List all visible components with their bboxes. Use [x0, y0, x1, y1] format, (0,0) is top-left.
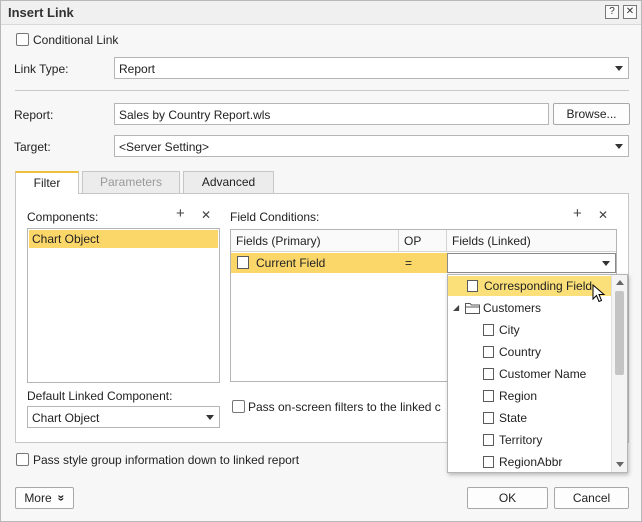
chevron-down-icon: [206, 415, 214, 420]
list-item[interactable]: Chart Object: [29, 230, 218, 248]
field-icon: [483, 456, 494, 468]
field-icon: [483, 434, 494, 446]
dropdown-scrollbar[interactable]: [611, 275, 627, 472]
scroll-up-icon[interactable]: [616, 280, 624, 285]
insert-link-dialog: Insert Link ? ✕ Conditional Link Link Ty…: [0, 0, 642, 522]
remove-condition-icon[interactable]: ✕: [598, 208, 608, 222]
add-condition-icon[interactable]: +: [573, 206, 582, 221]
field-icon: [483, 346, 494, 358]
mouse-cursor-icon: [592, 284, 606, 303]
report-input[interactable]: Sales by Country Report.wls: [114, 103, 549, 125]
link-type-label: Link Type:: [14, 62, 69, 76]
dropdown-item-state[interactable]: State: [448, 408, 611, 428]
field-icon: [237, 256, 249, 269]
table-row[interactable]: Current Field =: [231, 253, 616, 273]
chevron-down-icon: [615, 66, 623, 71]
link-type-value: Report: [119, 62, 156, 76]
dropdown-item-corresponding-field[interactable]: Corresponding Field: [448, 276, 611, 296]
add-component-icon[interactable]: +: [176, 206, 185, 221]
primary-field-cell[interactable]: Current Field: [256, 256, 325, 270]
folder-icon: [465, 303, 480, 314]
components-list[interactable]: Chart Object: [27, 228, 220, 383]
default-linked-component-value: Chart Object: [32, 411, 100, 425]
conditional-link-checkbox[interactable]: [16, 33, 29, 46]
dropdown-group-customers[interactable]: ◢ Customers: [448, 298, 611, 318]
report-label: Report:: [14, 108, 54, 122]
more-button-label: More: [24, 491, 52, 505]
linked-field-select[interactable]: [447, 253, 616, 273]
scroll-down-icon[interactable]: [616, 462, 624, 467]
chevron-down-icon: [615, 144, 623, 149]
tab-advanced[interactable]: Advanced: [183, 171, 274, 193]
pass-style-checkbox[interactable]: [16, 453, 29, 466]
browse-button[interactable]: Browse...: [553, 103, 630, 125]
dropdown-item-territory[interactable]: Territory: [448, 430, 611, 450]
dialog-title: Insert Link: [8, 5, 74, 20]
group-label: Customers: [483, 301, 542, 315]
default-linked-component-label: Default Linked Component:: [27, 389, 173, 403]
components-label: Components:: [27, 210, 99, 224]
tab-filter[interactable]: Filter: [15, 171, 79, 194]
scrollbar-thumb[interactable]: [615, 291, 624, 375]
field-icon: [467, 280, 478, 292]
target-select[interactable]: <Server Setting>: [114, 135, 629, 157]
field-icon: [483, 368, 494, 380]
title-bar: Insert Link ? ✕: [1, 1, 641, 25]
field-icon: [483, 390, 494, 402]
pass-filters-label: Pass on-screen filters to the linked c: [248, 400, 441, 414]
double-chevron-down-icon: »: [54, 494, 69, 502]
dropdown-item-country[interactable]: Country: [448, 342, 611, 362]
chevron-down-icon: [602, 261, 610, 266]
target-value: <Server Setting>: [119, 140, 210, 154]
close-icon[interactable]: ✕: [623, 5, 637, 19]
help-icon[interactable]: ?: [605, 5, 619, 19]
conditional-link-label: Conditional Link: [33, 33, 119, 47]
link-type-select[interactable]: Report: [114, 57, 629, 79]
default-linked-component-select[interactable]: Chart Object: [27, 406, 220, 428]
dropdown-item-customer-name[interactable]: Customer Name: [448, 364, 611, 384]
report-value: Sales by Country Report.wls: [119, 108, 271, 122]
pass-filters-checkbox[interactable]: [232, 400, 245, 413]
column-header-linked: Fields (Linked): [447, 230, 616, 252]
dropdown-item-region[interactable]: Region: [448, 386, 611, 406]
dropdown-item-regionabbr[interactable]: RegionAbbr: [448, 452, 611, 472]
tab-parameters[interactable]: Parameters: [82, 171, 180, 193]
target-label: Target:: [14, 140, 51, 154]
field-conditions-label: Field Conditions:: [230, 210, 320, 224]
cancel-button[interactable]: Cancel: [554, 487, 629, 509]
op-cell[interactable]: =: [405, 256, 412, 270]
column-header-op: OP: [399, 230, 447, 252]
field-icon: [483, 324, 494, 336]
field-icon: [483, 412, 494, 424]
column-header-primary: Fields (Primary): [231, 230, 399, 252]
dropdown-item-city[interactable]: City: [448, 320, 611, 340]
pass-style-label: Pass style group information down to lin…: [33, 453, 300, 467]
ok-button[interactable]: OK: [467, 487, 548, 509]
more-button[interactable]: More »: [15, 487, 74, 509]
separator: [15, 90, 629, 91]
expander-icon[interactable]: ◢: [453, 298, 459, 318]
remove-component-icon[interactable]: ✕: [201, 208, 211, 222]
